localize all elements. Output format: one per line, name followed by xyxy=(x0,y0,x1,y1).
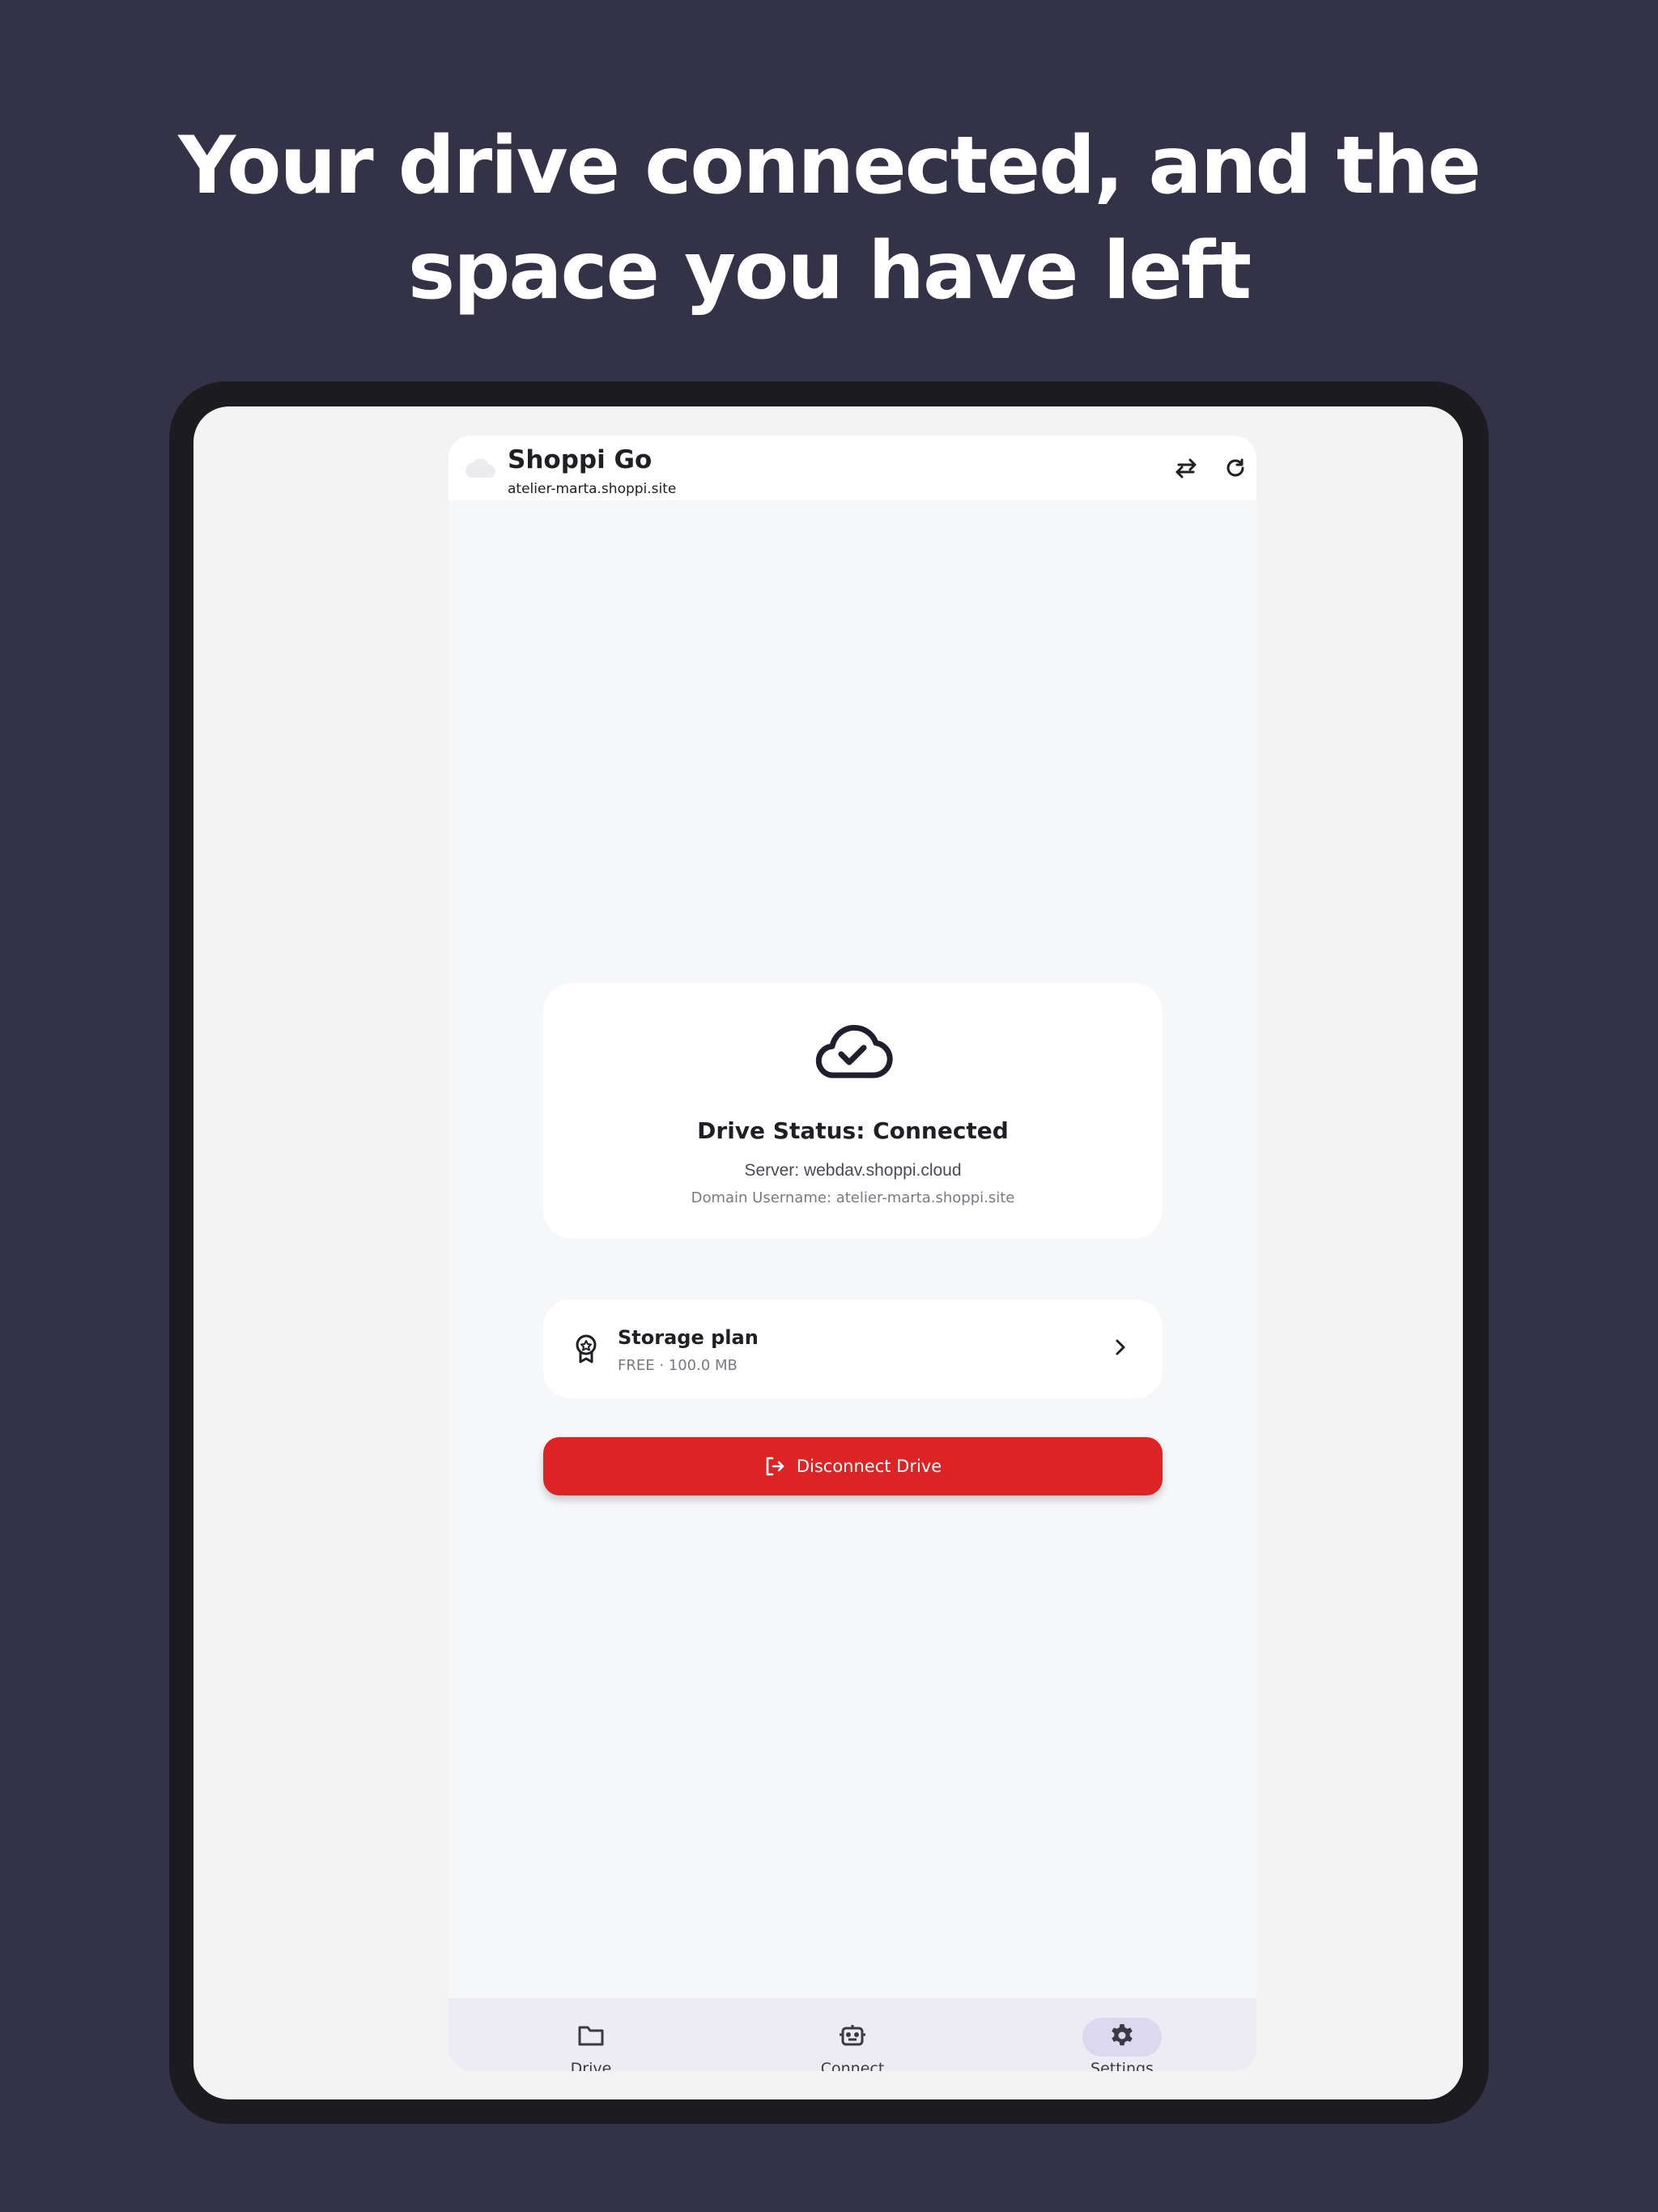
disconnect-drive-label: Disconnect Drive xyxy=(796,1457,942,1476)
bottom-navigation: Drive Connect Settings xyxy=(449,1998,1256,2071)
domain-username: Domain Username: atelier-marta.shoppi.si… xyxy=(691,1189,1015,1206)
cloud-check-icon xyxy=(810,1022,895,1084)
gear-icon xyxy=(1109,2023,1135,2052)
folder-icon xyxy=(577,2024,605,2051)
logout-icon xyxy=(764,1456,785,1477)
swap-button[interactable] xyxy=(1170,453,1202,486)
drive-status-card: Drive Status: Connected Server: webdav.s… xyxy=(543,983,1163,1239)
storage-plan-card[interactable]: Storage plan FREE · 100.0 MB xyxy=(543,1300,1163,1398)
disconnect-drive-button[interactable]: Disconnect Drive xyxy=(543,1437,1163,1495)
storage-plan-title: Storage plan xyxy=(618,1326,759,1349)
badge-icon xyxy=(574,1334,598,1368)
nav-label-settings: Settings xyxy=(1090,2060,1154,2071)
tablet-screen: Shoppi Go atelier-marta.shoppi.site Driv… xyxy=(193,406,1463,2099)
refresh-button[interactable] xyxy=(1219,453,1252,486)
marketing-headline: Your drive connected, and the space you … xyxy=(178,120,1482,317)
chevron-right-icon xyxy=(1114,1337,1127,1362)
nav-label-drive: Drive xyxy=(570,2060,612,2071)
swap-icon xyxy=(1174,457,1198,483)
tablet-frame: Shoppi Go atelier-marta.shoppi.site Driv… xyxy=(169,381,1489,2124)
nav-item-connect[interactable]: Connect xyxy=(780,2018,925,2071)
server-address: Server: webdav.shoppi.cloud xyxy=(744,1161,962,1180)
app-header: Shoppi Go atelier-marta.shoppi.site xyxy=(449,436,1256,500)
storage-plan-details: FREE · 100.0 MB xyxy=(618,1357,738,1374)
refresh-icon xyxy=(1224,457,1247,483)
drive-status-title: Drive Status: Connected xyxy=(697,1117,1009,1144)
nav-item-drive[interactable]: Drive xyxy=(518,2018,664,2071)
cloud-icon xyxy=(465,457,497,483)
app-window: Shoppi Go atelier-marta.shoppi.site Driv… xyxy=(449,436,1256,2071)
nav-label-connect: Connect xyxy=(820,2060,885,2071)
robot-icon xyxy=(839,2023,866,2052)
app-subtitle: atelier-marta.shoppi.site xyxy=(508,481,677,497)
app-title: Shoppi Go xyxy=(508,445,653,474)
nav-item-settings[interactable]: Settings xyxy=(1049,2018,1195,2071)
